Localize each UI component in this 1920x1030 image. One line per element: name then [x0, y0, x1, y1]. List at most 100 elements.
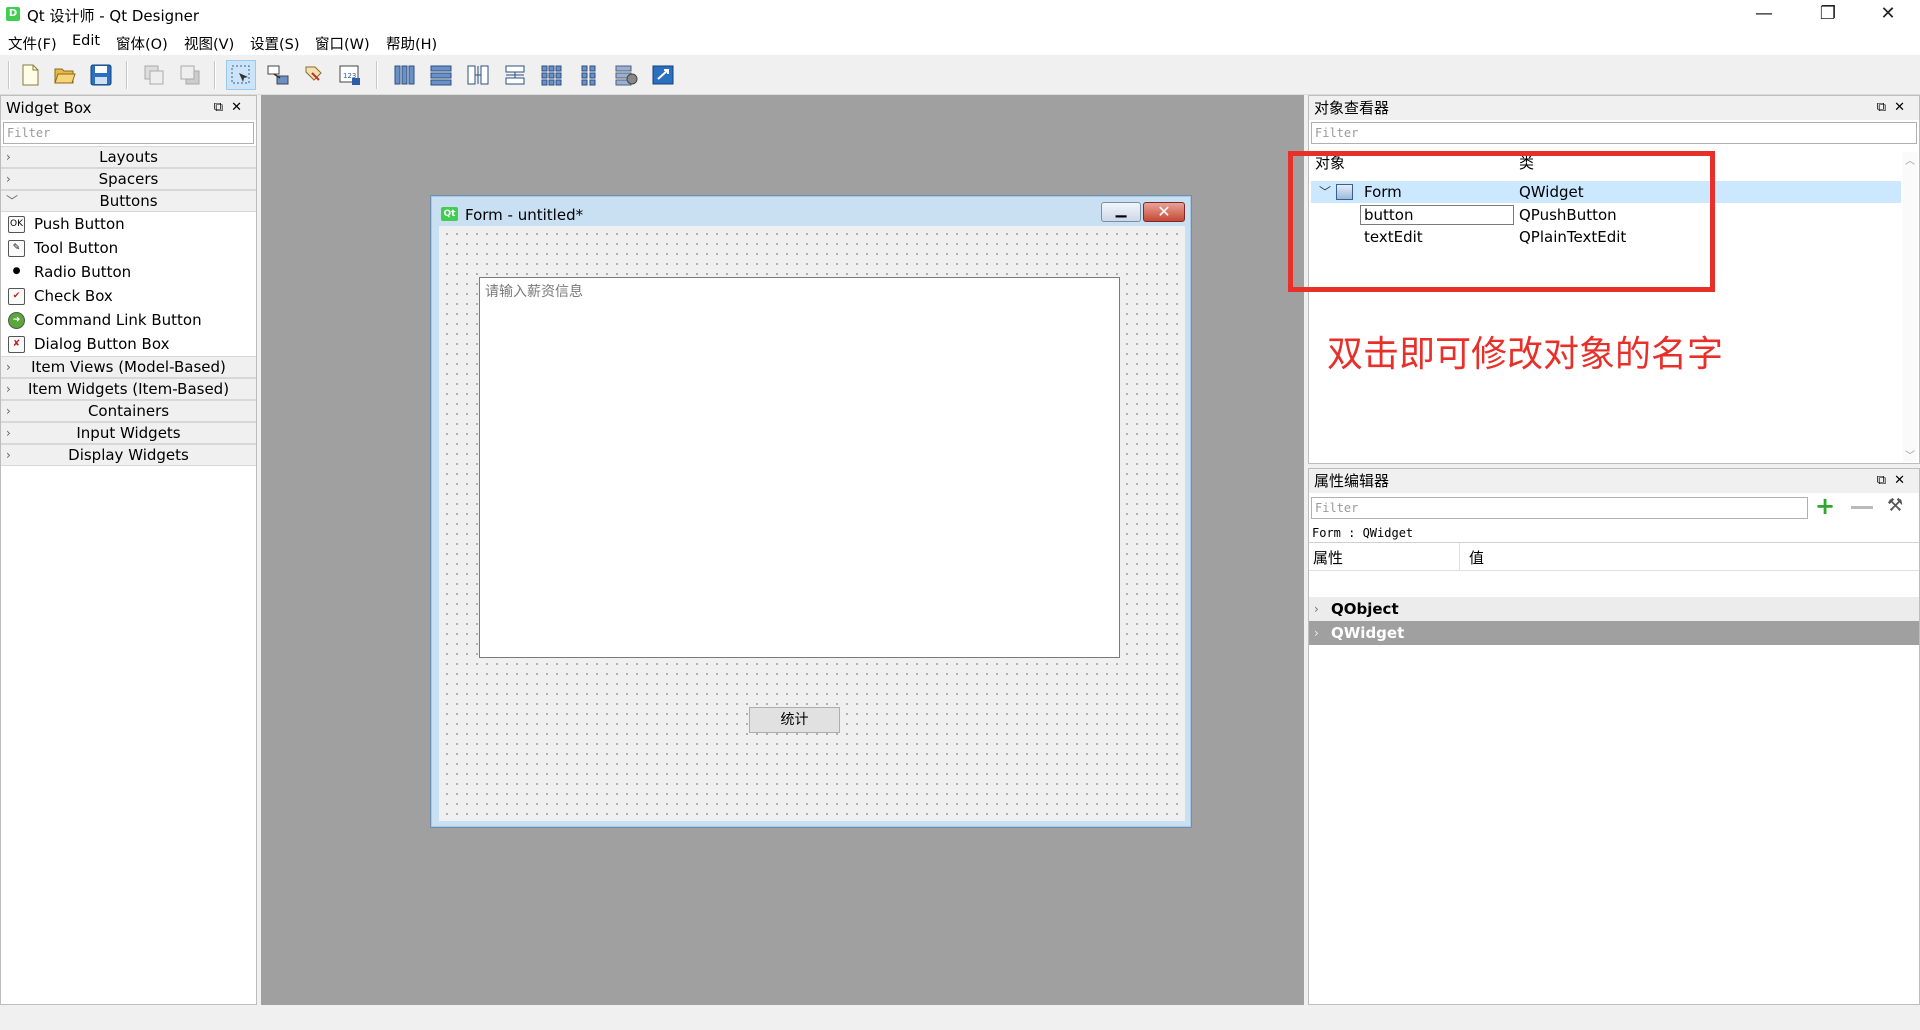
- category-label: Input Widgets: [76, 424, 181, 442]
- menu-file[interactable]: 文件(F): [8, 33, 57, 54]
- edit-tab-order-icon[interactable]: 123: [335, 60, 365, 90]
- tool-button-icon: ✎: [8, 240, 25, 257]
- edit-signals-slots-icon[interactable]: [263, 60, 293, 90]
- chevron-right-icon: ›: [6, 404, 11, 418]
- category-containers[interactable]: › Containers: [1, 400, 256, 422]
- property-editor-title-bar: 属性编辑器 ⧉✕: [1309, 469, 1919, 493]
- edit-widgets-icon[interactable]: [226, 60, 256, 90]
- category-label: Item Views (Model-Based): [31, 358, 226, 376]
- toolbar-grip: [8, 61, 10, 89]
- widget-box-dock: Widget Box ⧉✕ Filter › Layouts › Spacers ﹀ Bu…: [0, 95, 257, 1005]
- bring-to-front-icon[interactable]: [139, 60, 169, 90]
- category-label: Layouts: [99, 148, 158, 166]
- property-editor-dock: 属性编辑器 ⧉✕ Filter + ⚒ Form : QWidget 属性 值 …: [1308, 468, 1920, 1005]
- widget-box-filter-input[interactable]: Filter: [3, 122, 254, 144]
- property-group-qwidget[interactable]: › QWidget: [1309, 621, 1919, 645]
- layout-form-icon[interactable]: [574, 60, 604, 90]
- salary-text-edit[interactable]: 请输入薪资信息: [479, 277, 1120, 658]
- menu-window[interactable]: 窗口(W): [315, 33, 370, 54]
- category-item-widgets-item-based[interactable]: › Item Widgets (Item-Based): [1, 378, 256, 400]
- annotation-text: 双击即可修改对象的名字: [1327, 334, 1724, 375]
- chevron-right-icon: ›: [6, 426, 11, 440]
- property-group-qobject[interactable]: › QObject: [1309, 597, 1919, 621]
- layout-vertical-icon[interactable]: [426, 60, 456, 90]
- menu-settings[interactable]: 设置(S): [250, 33, 300, 54]
- category-layouts[interactable]: › Layouts: [1, 146, 256, 168]
- category-spacers[interactable]: › Spacers: [1, 168, 256, 190]
- close-dock-icon[interactable]: ✕: [1894, 473, 1913, 488]
- menu-form[interactable]: 窗体(O): [116, 33, 168, 54]
- expand-arrow-icon[interactable]: ›: [1314, 597, 1319, 621]
- column-divider: [1459, 543, 1460, 571]
- widget-item-label: Command Link Button: [34, 311, 202, 329]
- save-icon[interactable]: [86, 60, 116, 90]
- object-inspector-filter-input[interactable]: Filter: [1311, 122, 1917, 144]
- widget-item-label: Check Box: [34, 287, 113, 305]
- command-link-icon: ➜: [8, 312, 25, 329]
- property-filter-input[interactable]: Filter: [1311, 497, 1808, 519]
- new-file-icon[interactable]: [15, 60, 45, 90]
- remove-dynamic-property-icon[interactable]: [1851, 506, 1873, 509]
- statistics-button[interactable]: 统计: [749, 707, 840, 733]
- push-button-icon: OK: [8, 216, 25, 233]
- edit-buddies-icon[interactable]: [299, 60, 329, 90]
- widget-item-push-button[interactable]: OK Push Button: [1, 212, 256, 236]
- object-inspector-title: 对象查看器: [1314, 99, 1390, 117]
- open-file-icon[interactable]: [50, 60, 80, 90]
- menu-help[interactable]: 帮助(H): [386, 33, 437, 54]
- category-label: Buttons: [99, 192, 158, 210]
- restore-window-button[interactable]: ❐: [1800, 0, 1856, 30]
- widget-item-dialog-button-box[interactable]: ✘ Dialog Button Box: [1, 332, 256, 356]
- scroll-down-icon[interactable]: ﹀: [1903, 447, 1917, 462]
- form-close-button[interactable]: ✕: [1143, 202, 1185, 222]
- layout-vertical-splitter-icon[interactable]: [500, 60, 530, 90]
- chevron-right-icon: ›: [6, 360, 11, 374]
- float-dock-icon[interactable]: ⧉: [1877, 473, 1894, 488]
- menu-edit[interactable]: Edit: [72, 33, 100, 49]
- column-property[interactable]: 属性: [1313, 547, 1343, 568]
- toolbar-separator: [376, 61, 378, 89]
- widget-item-label: Push Button: [34, 215, 125, 233]
- property-group-label: QObject: [1331, 600, 1399, 618]
- minimize-window-button[interactable]: —: [1736, 0, 1792, 30]
- category-item-views-model-based[interactable]: › Item Views (Model-Based): [1, 356, 256, 378]
- form-minimize-button[interactable]: ▁: [1101, 202, 1141, 222]
- layout-horizontal-splitter-icon[interactable]: [463, 60, 493, 90]
- adjust-size-icon[interactable]: [648, 60, 678, 90]
- check-box-icon: ✔: [8, 288, 25, 305]
- property-group-label: QWidget: [1331, 624, 1405, 642]
- widget-item-label: Dialog Button Box: [34, 335, 170, 353]
- menu-view[interactable]: 视图(V): [184, 33, 234, 54]
- status-bar: [0, 1005, 1920, 1030]
- layout-horizontal-icon[interactable]: [389, 60, 419, 90]
- qt-form-icon: Qt: [441, 207, 458, 221]
- column-value[interactable]: 值: [1469, 547, 1484, 568]
- chevron-right-icon: ›: [6, 382, 11, 396]
- object-inspector-scrollbar[interactable]: ︿ ﹀: [1903, 152, 1917, 462]
- float-dock-icon[interactable]: ⧉: [1877, 100, 1894, 115]
- close-window-button[interactable]: ✕: [1860, 0, 1916, 30]
- form-title: Form - untitled*: [465, 206, 584, 224]
- close-dock-icon[interactable]: ✕: [1894, 100, 1913, 115]
- widget-item-radio-button[interactable]: ● Radio Button: [1, 260, 256, 284]
- expand-arrow-icon[interactable]: ›: [1314, 621, 1319, 645]
- window-title: Qt 设计师 - Qt Designer: [27, 7, 200, 25]
- widget-item-command-link-button[interactable]: ➜ Command Link Button: [1, 308, 256, 332]
- send-to-back-icon[interactable]: [175, 60, 205, 90]
- float-dock-icon[interactable]: ⧉: [214, 100, 231, 115]
- close-dock-icon[interactable]: ✕: [231, 100, 250, 115]
- scroll-up-icon[interactable]: ︿: [1903, 152, 1917, 167]
- add-dynamic-property-icon[interactable]: +: [1815, 494, 1835, 518]
- property-filter-row: Filter + ⚒: [1309, 493, 1919, 523]
- category-display-widgets[interactable]: › Display Widgets: [1, 444, 256, 466]
- configure-property-icon[interactable]: ⚒: [1887, 495, 1903, 516]
- widget-box-title: Widget Box: [6, 99, 92, 117]
- break-layout-icon[interactable]: [611, 60, 641, 90]
- category-buttons[interactable]: ﹀ Buttons: [1, 190, 256, 212]
- category-input-widgets[interactable]: › Input Widgets: [1, 422, 256, 444]
- widget-item-check-box[interactable]: ✔ Check Box: [1, 284, 256, 308]
- layout-grid-icon[interactable]: [537, 60, 567, 90]
- property-editor-title: 属性编辑器: [1314, 472, 1390, 490]
- widget-item-tool-button[interactable]: ✎ Tool Button: [1, 236, 256, 260]
- chevron-down-icon: ﹀: [6, 194, 19, 208]
